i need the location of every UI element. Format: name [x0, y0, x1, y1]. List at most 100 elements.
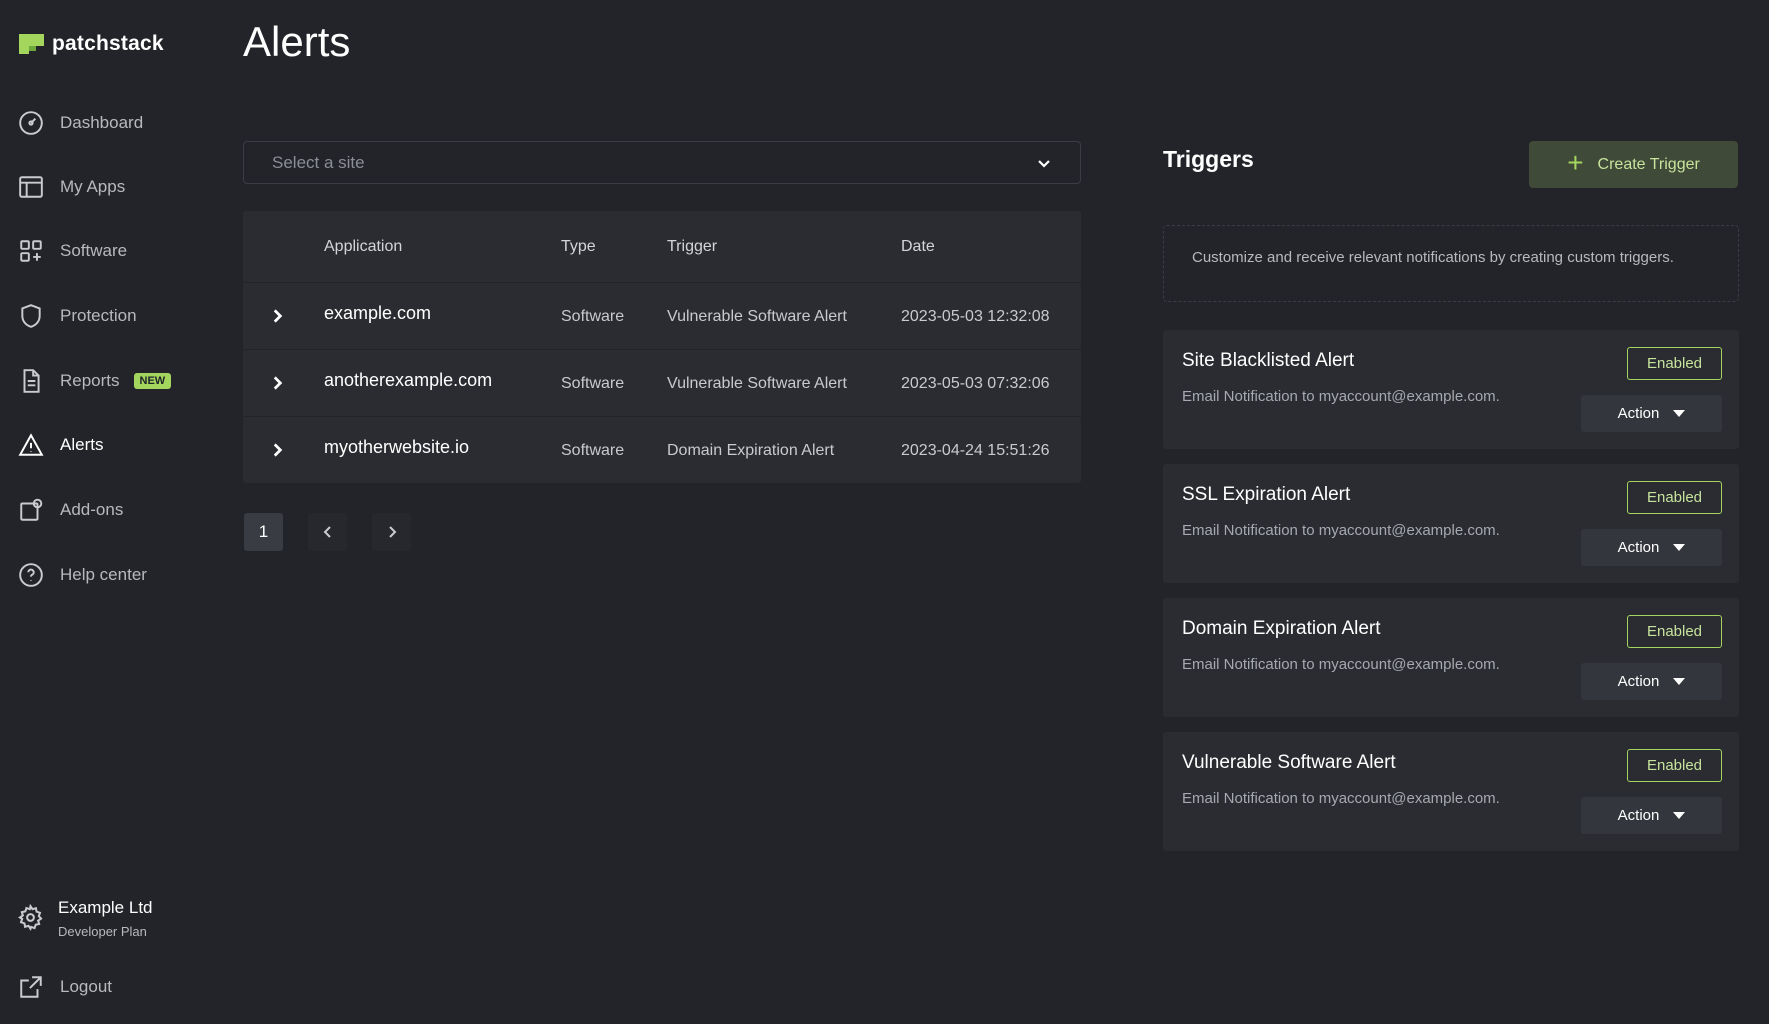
row-trigger: Domain Expiration Alert [667, 441, 835, 459]
sidebar-item-add-ons[interactable]: Add-ons [18, 495, 123, 525]
help-circle-icon [19, 563, 43, 587]
row-date: 2023-05-03 12:32:08 [901, 307, 1050, 325]
external-link-icon [20, 976, 42, 998]
sidebar: patchstack Dashboard My Apps Software Pr… [0, 0, 230, 1024]
chevron-right-icon[interactable] [268, 441, 286, 459]
account-switcher[interactable]: Example Ltd Developer Plan [17, 898, 153, 939]
trigger-card-description: Email Notification to myaccount@example.… [1182, 656, 1500, 673]
sidebar-item-label: Help center [60, 565, 147, 584]
caret-down-icon [1673, 678, 1686, 685]
sidebar-item-dashboard[interactable]: Dashboard [18, 108, 143, 138]
gear-icon [18, 904, 43, 931]
trigger-card: Site Blacklisted Alert Email Notificatio… [1163, 330, 1739, 449]
sidebar-item-software[interactable]: Software [18, 236, 127, 266]
sidebar-item-label: Add-ons [60, 500, 124, 519]
column-header-type[interactable]: Type [561, 238, 596, 256]
trigger-card-description: Email Notification to myaccount@example.… [1182, 790, 1500, 807]
brand-name: patchstack [52, 32, 164, 55]
sidebar-item-label: Software [60, 241, 128, 260]
site-select[interactable]: Select a site [243, 141, 1081, 184]
prev-page-button[interactable] [308, 513, 347, 551]
account-plan: Developer Plan [58, 924, 147, 939]
dashboard-gauge-icon [19, 111, 43, 135]
sidebar-item-label: Reports [60, 371, 120, 390]
table-row[interactable]: myotherwebsite.io Software Domain Expira… [243, 416, 1081, 483]
chevron-right-icon [388, 526, 396, 538]
trigger-card: Domain Expiration Alert Email Notificati… [1163, 598, 1739, 717]
trigger-card: Vulnerable Software Alert Email Notifica… [1163, 732, 1739, 851]
sidebar-item-reports[interactable]: Reports NEW [18, 366, 172, 396]
triggers-info-text: Customize and receive relevant notificat… [1163, 225, 1739, 302]
trigger-card-title: Vulnerable Software Alert [1182, 752, 1396, 773]
action-label: Action [1617, 807, 1660, 824]
enabled-status-button[interactable]: Enabled [1627, 481, 1722, 514]
chevron-down-icon [1038, 159, 1050, 168]
logout-link[interactable]: Logout [18, 972, 112, 1002]
caret-down-icon [1673, 410, 1686, 417]
apps-layout-icon [19, 176, 43, 198]
trigger-card-title: SSL Expiration Alert [1182, 484, 1351, 505]
action-label: Action [1617, 539, 1660, 556]
action-dropdown[interactable]: Action [1581, 395, 1722, 432]
row-trigger: Vulnerable Software Alert [667, 374, 847, 392]
new-badge: NEW [133, 373, 172, 389]
column-header-application[interactable]: Application [324, 238, 402, 256]
row-type: Software [561, 307, 625, 325]
action-label: Action [1617, 673, 1660, 690]
row-application: myotherwebsite.io [324, 437, 470, 457]
alerts-table: Application Type Trigger Date example.co… [243, 211, 1081, 483]
action-dropdown[interactable]: Action [1581, 663, 1722, 700]
triggers-title: Triggers [1163, 146, 1254, 172]
table-header: Application Type Trigger Date [243, 211, 1081, 282]
trigger-card-title: Domain Expiration Alert [1182, 618, 1381, 639]
document-icon [23, 369, 40, 393]
table-row[interactable]: example.com Software Vulnerable Software… [243, 282, 1081, 349]
create-trigger-label: Create Trigger [1597, 155, 1700, 173]
trigger-card: SSL Expiration Alert Email Notification … [1163, 464, 1739, 583]
sidebar-item-label: Dashboard [60, 113, 144, 132]
action-dropdown[interactable]: Action [1581, 529, 1722, 566]
row-date: 2023-04-24 15:51:26 [901, 441, 1050, 459]
table-row[interactable]: anotherexample.com Software Vulnerable S… [243, 349, 1081, 416]
create-trigger-button[interactable]: + Create Trigger [1529, 141, 1738, 188]
enabled-status-button[interactable]: Enabled [1627, 749, 1722, 782]
enabled-status-button[interactable]: Enabled [1627, 347, 1722, 380]
row-trigger: Vulnerable Software Alert [667, 307, 847, 325]
next-page-button[interactable] [372, 513, 411, 551]
sidebar-item-alerts[interactable]: Alerts [18, 430, 103, 460]
pagination: 1 [244, 513, 411, 551]
row-type: Software [561, 374, 625, 392]
row-application: anotherexample.com [324, 370, 493, 390]
page-title: Alerts [243, 18, 351, 65]
patchstack-logo-icon [19, 34, 44, 54]
sidebar-item-my-apps[interactable]: My Apps [18, 172, 125, 202]
software-grid-icon [20, 240, 42, 262]
sidebar-item-protection[interactable]: Protection [18, 301, 137, 331]
column-header-trigger[interactable]: Trigger [667, 238, 717, 256]
caret-down-icon [1673, 812, 1686, 819]
chevron-right-icon[interactable] [268, 374, 286, 392]
column-header-date[interactable]: Date [901, 238, 935, 256]
sidebar-item-label: Protection [60, 306, 137, 325]
sidebar-item-label: Alerts [60, 435, 104, 454]
chevron-right-icon[interactable] [268, 307, 286, 325]
trigger-card-description: Email Notification to myaccount@example.… [1182, 388, 1500, 405]
action-label: Action [1617, 405, 1660, 422]
sidebar-item-label: My Apps [60, 177, 126, 196]
warning-triangle-icon [18, 433, 44, 456]
account-name: Example Ltd [58, 898, 153, 917]
logout-label: Logout [60, 977, 112, 996]
trigger-card-description: Email Notification to myaccount@example.… [1182, 522, 1500, 539]
patchstack-logo[interactable]: patchstack [19, 32, 164, 56]
site-select-placeholder: Select a site [272, 152, 365, 172]
row-date: 2023-05-03 07:32:06 [901, 374, 1050, 392]
row-type: Software [561, 441, 625, 459]
shield-icon [21, 304, 41, 328]
row-application: example.com [324, 303, 432, 323]
action-dropdown[interactable]: Action [1581, 797, 1722, 834]
caret-down-icon [1673, 544, 1686, 551]
trigger-card-title: Site Blacklisted Alert [1182, 350, 1355, 371]
page-button-current[interactable]: 1 [244, 513, 283, 551]
sidebar-item-help-center[interactable]: Help center [18, 560, 147, 590]
enabled-status-button[interactable]: Enabled [1627, 615, 1722, 648]
